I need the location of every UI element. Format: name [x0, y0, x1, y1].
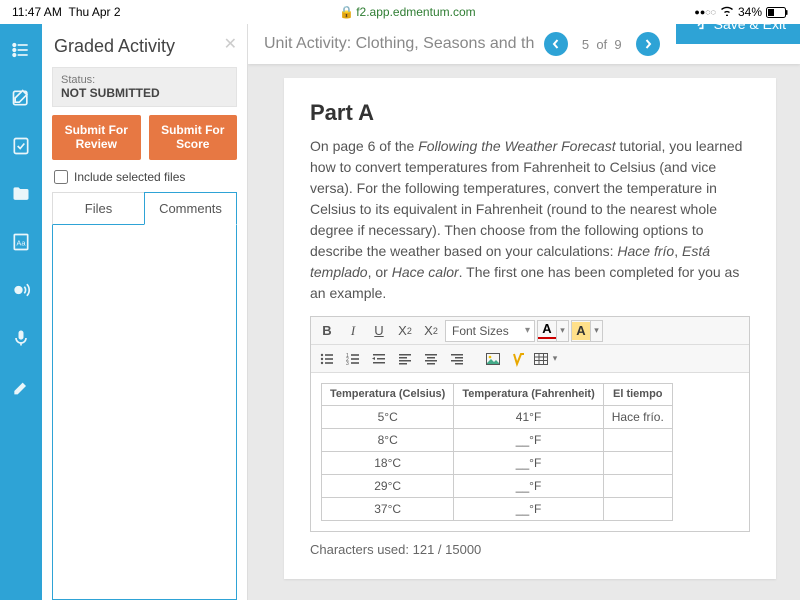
- activity-title: Unit Activity: Clothing, Seasons and the: [264, 35, 534, 53]
- save-exit-label: Save & Exit: [714, 24, 786, 32]
- tab-comments[interactable]: Comments: [144, 192, 237, 225]
- page-current: 5: [582, 37, 589, 52]
- subscript-button[interactable]: X2: [419, 320, 443, 342]
- outdent-button[interactable]: [367, 348, 391, 370]
- wifi-icon: [720, 5, 734, 19]
- align-center-button[interactable]: [419, 348, 443, 370]
- include-files-checkbox[interactable]: [54, 170, 68, 184]
- status-time: 11:47 AM: [12, 5, 62, 19]
- compose-icon[interactable]: [9, 86, 33, 110]
- cell-signal-icon: ●●◌◌: [694, 7, 716, 17]
- editor-toolbar-row-1: B I U X2 X2 Font Sizes A▾ A▾: [311, 317, 749, 345]
- save-and-exit-button[interactable]: Save & Exit: [676, 24, 800, 44]
- bold-button[interactable]: B: [315, 320, 339, 342]
- page-indicator: 5 of 9: [582, 37, 622, 52]
- include-files-label: Include selected files: [74, 170, 185, 184]
- part-a-instructions: On page 6 of the Following the Weather F…: [310, 136, 750, 304]
- close-icon[interactable]: ✕: [224, 34, 237, 54]
- align-right-button[interactable]: [445, 348, 469, 370]
- nav-rail: Aa: [0, 24, 42, 600]
- table-header-tiempo: El tiempo: [603, 384, 672, 406]
- status-date: Thu Apr 2: [68, 5, 120, 19]
- temperature-table[interactable]: Temperatura (Celsius) Temperatura (Fahre…: [321, 383, 673, 521]
- page-total: 9: [614, 37, 621, 52]
- activity-topbar: Unit Activity: Clothing, Seasons and the…: [248, 24, 800, 64]
- table-row: 37°C__°F: [322, 498, 673, 521]
- table-row: 8°C__°F: [322, 429, 673, 452]
- italic-button[interactable]: I: [341, 320, 365, 342]
- url-text: f2.app.edmentum.com: [356, 5, 475, 19]
- battery-icon: [766, 7, 788, 18]
- status-right: ●●◌◌ 34%: [694, 5, 788, 19]
- main-area: Unit Activity: Clothing, Seasons and the…: [248, 24, 800, 600]
- insert-image-button[interactable]: [481, 348, 505, 370]
- character-count: Characters used: 121 / 15000: [310, 542, 750, 557]
- submit-for-score-button[interactable]: Submit For Score: [149, 115, 238, 160]
- insert-table-button[interactable]: ▾: [533, 348, 561, 370]
- svg-text:Aa: Aa: [16, 238, 26, 247]
- include-files-row[interactable]: Include selected files: [54, 170, 237, 184]
- lock-icon: 🔒: [339, 5, 354, 19]
- text-color-button[interactable]: A▾: [537, 320, 569, 342]
- status-value: NOT SUBMITTED: [61, 86, 228, 100]
- browser-url: 🔒f2.app.edmentum.com: [121, 5, 695, 19]
- highlight-color-button[interactable]: A▾: [571, 320, 603, 342]
- page-sep: of: [596, 37, 607, 52]
- part-a-card: Part A On page 6 of the Following the We…: [284, 78, 776, 579]
- svg-text:3: 3: [346, 361, 349, 367]
- submit-for-review-button[interactable]: Submit For Review: [52, 115, 141, 160]
- panel-title: Graded Activity: [54, 36, 237, 57]
- status-time-date: 11:47 AM Thu Apr 2: [12, 5, 121, 19]
- bullet-list-button[interactable]: [315, 348, 339, 370]
- content-scroll[interactable]: complete the task. Consider printing thi…: [248, 64, 800, 600]
- submission-status: Status: NOT SUBMITTED: [52, 67, 237, 107]
- align-left-button[interactable]: [393, 348, 417, 370]
- underline-button[interactable]: U: [367, 320, 391, 342]
- list-icon[interactable]: [9, 38, 33, 62]
- graded-activity-icon[interactable]: [9, 134, 33, 158]
- comments-body: [52, 225, 237, 600]
- table-row: 18°C__°F: [322, 452, 673, 475]
- table-header-celsius: Temperatura (Celsius): [322, 384, 454, 406]
- audio-icon[interactable]: [9, 278, 33, 302]
- prev-page-button[interactable]: [544, 32, 568, 56]
- tab-files[interactable]: Files: [52, 192, 144, 225]
- status-label: Status:: [61, 74, 228, 86]
- editor-content[interactable]: Temperatura (Celsius) Temperatura (Fahre…: [311, 373, 749, 531]
- table-header-fahrenheit: Temperatura (Fahrenheit): [454, 384, 603, 406]
- editor-toolbar-row-2: 123 ▾: [311, 345, 749, 373]
- superscript-button[interactable]: X2: [393, 320, 417, 342]
- graded-activity-panel: Graded Activity ✕ Status: NOT SUBMITTED …: [42, 24, 248, 600]
- folder-icon[interactable]: [9, 182, 33, 206]
- panel-tabs: Files Comments: [52, 192, 237, 225]
- device-status-bar: 11:47 AM Thu Apr 2 🔒f2.app.edmentum.com …: [0, 0, 800, 24]
- microphone-icon[interactable]: [9, 326, 33, 350]
- font-size-select[interactable]: Font Sizes: [445, 320, 535, 342]
- exit-icon: [690, 24, 706, 34]
- highlighter-icon[interactable]: [9, 374, 33, 398]
- table-row: 5°C41°FHace frío.: [322, 406, 673, 429]
- part-a-heading: Part A: [310, 100, 750, 126]
- table-row: 29°C__°F: [322, 475, 673, 498]
- next-page-button[interactable]: [636, 32, 660, 56]
- dictionary-icon[interactable]: Aa: [9, 230, 33, 254]
- numbered-list-button[interactable]: 123: [341, 348, 365, 370]
- insert-equation-button[interactable]: [507, 348, 531, 370]
- rich-text-editor: B I U X2 X2 Font Sizes A▾ A▾ 123: [310, 316, 750, 532]
- battery-percent: 34%: [738, 5, 762, 19]
